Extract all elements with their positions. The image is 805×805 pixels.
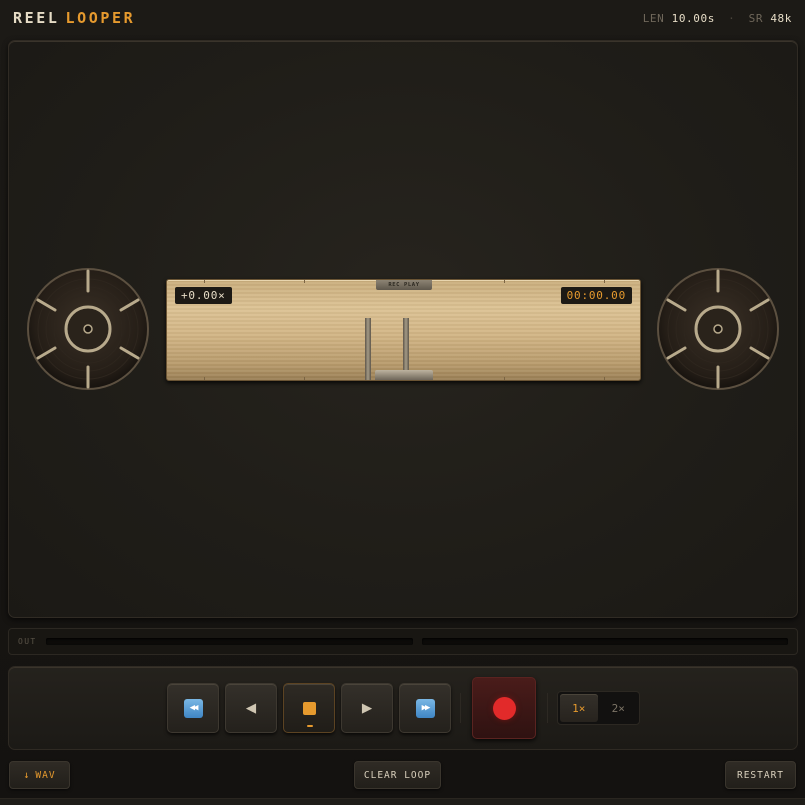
record-button[interactable]	[472, 677, 536, 739]
len-value: 10.00s	[671, 12, 715, 25]
speed-option-1x[interactable]: 1×	[560, 694, 598, 722]
meter-bar-right	[422, 638, 788, 645]
len-label: LEN	[642, 12, 665, 25]
output-meter: OUT	[8, 628, 798, 655]
app-brand: REEL LOOPER	[13, 9, 135, 27]
divider	[460, 693, 461, 723]
fast-forward-icon: ▶▶	[415, 698, 435, 718]
play-reverse-icon: ◀	[245, 697, 257, 718]
fast-forward-button[interactable]: ▶▶	[399, 683, 451, 733]
reel-icon	[27, 268, 149, 390]
wav-label: WAV	[35, 769, 56, 781]
brand-word-looper: LOOPER	[65, 9, 136, 27]
tape-guide-right	[403, 318, 409, 372]
reel-looper-app: REEL LOOPER LEN 10.00s · SR 48k +0.00× R…	[0, 0, 805, 805]
time-readout: 00:00.00	[560, 287, 632, 304]
play-button[interactable]: ▶	[341, 683, 393, 733]
header: REEL LOOPER LEN 10.00s · SR 48k	[0, 0, 805, 36]
stop-button[interactable]	[283, 683, 335, 733]
rewind-button[interactable]: ◀◀	[167, 683, 219, 733]
speed-option-2x[interactable]: 2×	[600, 694, 638, 722]
transport-panel: ◀◀ ◀ ▶ ▶▶ 1× 2×	[8, 666, 798, 750]
sr-label: SR	[748, 12, 764, 25]
loop-stats: LEN 10.00s · SR 48k	[643, 12, 792, 25]
meter-bar-left	[46, 638, 413, 645]
play-reverse-button[interactable]: ◀	[225, 683, 277, 733]
restart-button[interactable]: RESTART	[725, 761, 796, 789]
tape-head	[375, 370, 433, 380]
tape-deck: +0.00× REC PLAY 00:00.00	[8, 40, 798, 618]
footer-strip	[0, 798, 805, 805]
download-arrow-icon: ↓	[23, 769, 31, 781]
speed-selector: 1× 2×	[557, 691, 640, 725]
divider	[547, 693, 548, 723]
stats-separator: ·	[728, 12, 736, 25]
record-icon	[492, 696, 516, 720]
speed-readout: +0.00×	[175, 287, 232, 304]
play-icon: ▶	[361, 697, 373, 718]
stop-icon	[302, 701, 316, 715]
reel-icon	[657, 268, 779, 390]
stop-active-indicator	[307, 725, 313, 727]
tape-guide-left	[365, 318, 371, 380]
tape-head-label: REC PLAY	[376, 280, 432, 290]
tape-path: +0.00× REC PLAY 00:00.00	[166, 279, 641, 381]
export-wav-button[interactable]: ↓ WAV	[9, 761, 70, 789]
sr-value: 48k	[770, 12, 792, 25]
meter-label: OUT	[18, 637, 37, 646]
right-reel[interactable]	[656, 267, 780, 391]
rewind-icon: ◀◀	[183, 698, 203, 718]
clear-loop-button[interactable]: CLEAR LOOP	[354, 761, 441, 789]
brand-word-reel: REEL	[13, 9, 60, 27]
left-reel[interactable]	[26, 267, 150, 391]
